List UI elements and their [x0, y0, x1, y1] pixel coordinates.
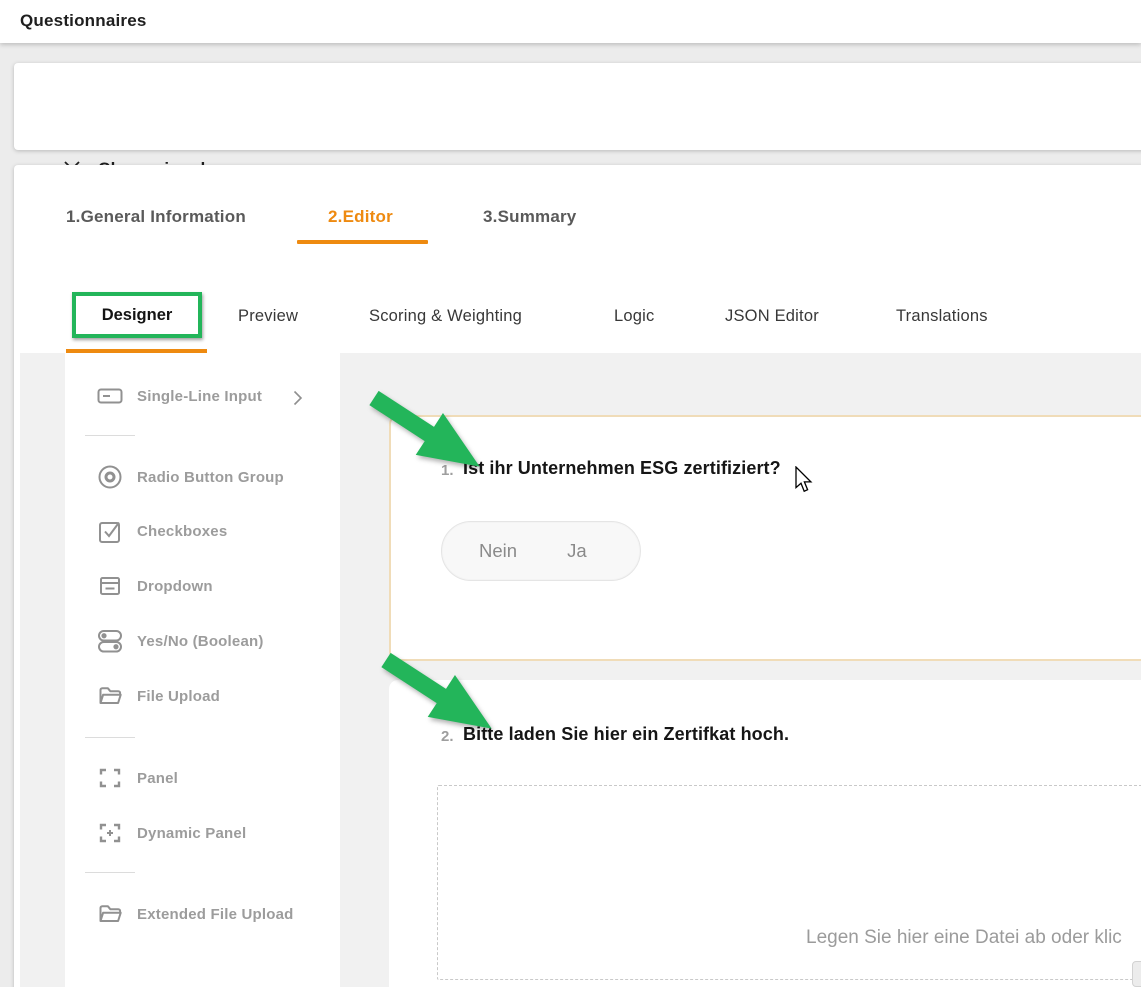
file-upload-icon	[97, 683, 123, 709]
boolean-option-nein[interactable]: Nein	[479, 540, 517, 562]
checkboxes-icon	[97, 518, 123, 544]
toolbox-item-dropdown[interactable]: Dropdown	[97, 573, 213, 599]
question-number: 1.	[441, 462, 454, 479]
boolean-option-ja[interactable]: Ja	[567, 540, 587, 562]
toolbox-item-label: Extended File Upload	[137, 906, 294, 923]
radio-button-group-icon	[97, 464, 123, 490]
single-line-input-icon	[97, 383, 123, 409]
question-number: 2.	[441, 728, 454, 745]
toolbox-item-label: Panel	[137, 770, 178, 787]
tab-designer[interactable]: Designer	[102, 306, 173, 325]
toolbox-item-label: Yes/No (Boolean)	[137, 633, 264, 650]
boolean-icon	[97, 628, 123, 654]
question-title: Ist ihr Unternehmen ESG zertifiziert?	[463, 458, 781, 479]
file-dropzone[interactable]	[437, 785, 1141, 980]
tab-preview[interactable]: Preview	[238, 307, 298, 326]
toolbox-item-panel[interactable]: Panel	[97, 765, 178, 791]
toolbox-item-label: Single-Line Input	[137, 388, 262, 405]
question-title: Bitte laden Sie hier ein Zertifkat hoch.	[463, 724, 789, 745]
toolbox-panel	[65, 353, 340, 987]
toolbox-item-label: Dynamic Panel	[137, 825, 246, 842]
toolbox-item-dynamic-panel[interactable]: Dynamic Panel	[97, 820, 246, 846]
toolbox-item-label: Checkboxes	[137, 523, 227, 540]
dynamic-panel-icon	[97, 820, 123, 846]
app-header: Questionnaires	[0, 0, 1141, 43]
close-wizard-card: Close wizard	[14, 63, 1141, 150]
toolbox-item-boolean[interactable]: Yes/No (Boolean)	[97, 628, 264, 654]
tab-translations[interactable]: Translations	[896, 307, 988, 326]
boolean-toggle[interactable]: Nein Ja	[441, 521, 641, 581]
wizard-step-general-information[interactable]: 1.General Information	[66, 207, 246, 227]
toolbox-item-checkboxes[interactable]: Checkboxes	[97, 518, 227, 544]
toolbox-item-label: Dropdown	[137, 578, 213, 595]
dropdown-icon	[97, 573, 123, 599]
dropzone-hint-text: Legen Sie hier eine Datei ab oder klic	[806, 927, 1122, 949]
chevron-right-icon[interactable]	[293, 390, 303, 406]
tab-json-editor[interactable]: JSON Editor	[725, 307, 819, 326]
toolbox-item-radio-button-group[interactable]: Radio Button Group	[97, 464, 284, 490]
toolbox-item-label: Radio Button Group	[137, 469, 284, 486]
toolbox-item-single-line-input[interactable]: Single-Line Input	[97, 383, 262, 409]
toolbox-item-extended-file-upload[interactable]: Extended File Upload	[97, 901, 294, 927]
page-title: Questionnaires	[20, 11, 147, 31]
toolbox-item-label: File Upload	[137, 688, 220, 705]
annotation-highlight-box: Designer	[72, 292, 202, 338]
panel-icon	[97, 765, 123, 791]
toolbox-item-file-upload[interactable]: File Upload	[97, 683, 220, 709]
toolbox-divider	[85, 435, 135, 436]
tab-scoring-weighting[interactable]: Scoring & Weighting	[369, 307, 522, 326]
tab-logic[interactable]: Logic	[614, 307, 654, 326]
wizard-step-summary[interactable]: 3.Summary	[483, 207, 576, 227]
screen: Questionnaires Close wizard 1.General In…	[0, 0, 1141, 987]
toolbox-divider	[85, 872, 135, 873]
toolbox-divider	[85, 737, 135, 738]
extended-file-upload-icon	[97, 901, 123, 927]
wizard-step-editor[interactable]: 2.Editor	[328, 207, 393, 227]
active-step-indicator	[297, 240, 428, 244]
dropzone-button-partial[interactable]	[1132, 961, 1141, 987]
